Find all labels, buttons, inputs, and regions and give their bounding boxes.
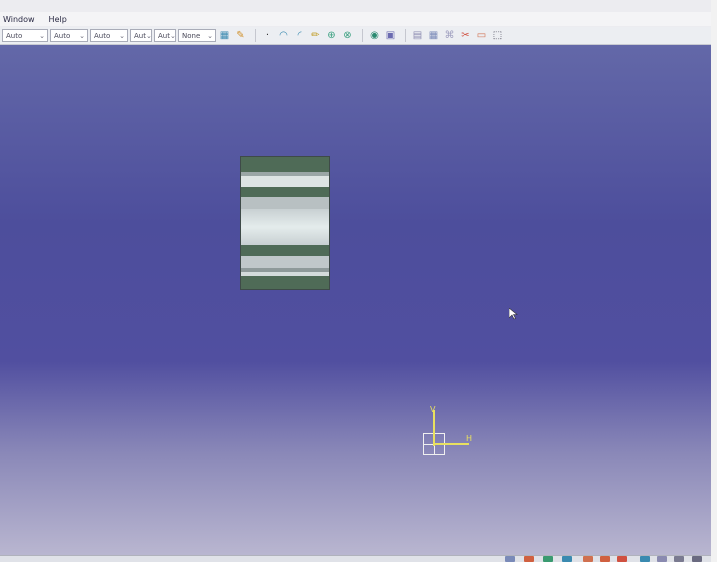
part-band xyxy=(241,276,329,289)
chevron-down-icon: ⌄ xyxy=(39,31,45,40)
part-band xyxy=(241,197,329,209)
snap-icon[interactable]: ▦ xyxy=(427,29,440,42)
line-type-combo[interactable]: Auto ⌄ xyxy=(50,29,88,42)
horizontal-axis-label: H xyxy=(466,434,473,443)
pattern-icon[interactable]: ▦ xyxy=(218,29,231,42)
combo-value: Auto xyxy=(54,31,71,40)
dimension-icon[interactable]: ✂ xyxy=(459,29,472,42)
chevron-down-icon: ⌄ xyxy=(79,31,85,40)
render-icon[interactable]: ◉ xyxy=(368,29,381,42)
part-band xyxy=(241,209,329,245)
arc-icon[interactable]: ◠ xyxy=(277,29,290,42)
select-box-icon[interactable]: ⬚ xyxy=(491,29,504,42)
chevron-down-icon: ⌄ xyxy=(119,31,125,40)
vertical-axis xyxy=(433,410,435,446)
constraint-icon[interactable]: ⌘ xyxy=(443,29,456,42)
part-band xyxy=(241,157,329,172)
layer-combo[interactable]: Aut ⌄ xyxy=(154,29,176,42)
chevron-down-icon: ⌄ xyxy=(145,31,152,40)
zoom-icon[interactable]: ⊕ xyxy=(325,29,338,42)
paint-icon[interactable]: ✎ xyxy=(234,29,247,42)
table-icon[interactable] xyxy=(657,556,667,562)
3d-viewport[interactable]: V H xyxy=(0,45,711,555)
graphic-properties-toolbar: Auto ⌄ Auto ⌄ Auto ⌄ Aut ⌄ Aut ⌄ None ⌄ ▦ ✎ · … xyxy=(0,27,711,45)
pencil-icon[interactable]: ✏ xyxy=(309,29,322,42)
zoom-area-icon[interactable]: ⊗ xyxy=(341,29,354,42)
layer-filter-combo[interactable]: None ⌄ xyxy=(178,29,216,42)
menu-window[interactable]: Window xyxy=(3,15,35,24)
menu-bar: Window Help xyxy=(0,12,711,26)
combo-value: Auto xyxy=(6,31,23,40)
mouse-pointer-icon xyxy=(509,308,518,320)
chevron-down-icon: ⌄ xyxy=(207,31,213,40)
constraint-icon[interactable] xyxy=(600,556,610,562)
arc-alt-icon[interactable]: ◜ xyxy=(293,29,306,42)
settings-icon[interactable] xyxy=(674,556,684,562)
cut-icon[interactable] xyxy=(617,556,627,562)
combo-value: Auto xyxy=(94,31,111,40)
line-weight-combo[interactable]: Auto ⌄ xyxy=(90,29,128,42)
combo-value: None xyxy=(182,31,201,40)
combo-value: Aut xyxy=(134,31,146,40)
render-icon[interactable] xyxy=(543,556,553,562)
toolbar-separator xyxy=(255,29,256,42)
vertical-axis-label: V xyxy=(430,405,436,414)
combo-value: Aut xyxy=(158,31,170,40)
part-band xyxy=(241,187,329,197)
point-icon[interactable]: · xyxy=(261,29,274,42)
toolbar-separator xyxy=(362,29,363,42)
screen-edge xyxy=(711,0,717,562)
measure-icon[interactable] xyxy=(640,556,650,562)
dimension-icon[interactable] xyxy=(524,556,534,562)
part-band xyxy=(241,176,329,187)
point-type-combo[interactable]: Aut ⌄ xyxy=(130,29,152,42)
cube-icon[interactable]: ▣ xyxy=(384,29,397,42)
line-color-combo[interactable]: Auto ⌄ xyxy=(2,29,48,42)
part-band xyxy=(241,245,329,256)
grid-icon[interactable]: ▤ xyxy=(411,29,424,42)
select-icon[interactable]: ▭ xyxy=(475,29,488,42)
toolbar-separator xyxy=(405,29,406,42)
cylinder-part[interactable] xyxy=(240,156,330,290)
select-icon[interactable] xyxy=(583,556,593,562)
menu-help[interactable]: Help xyxy=(49,15,67,24)
zoom-icon[interactable] xyxy=(562,556,572,562)
grid-icon[interactable] xyxy=(505,556,515,562)
chevron-down-icon: ⌄ xyxy=(169,31,176,40)
horizontal-axis xyxy=(435,443,469,445)
tools-icon[interactable] xyxy=(692,556,702,562)
bottom-toolbar xyxy=(0,555,711,562)
part-band xyxy=(241,256,329,268)
